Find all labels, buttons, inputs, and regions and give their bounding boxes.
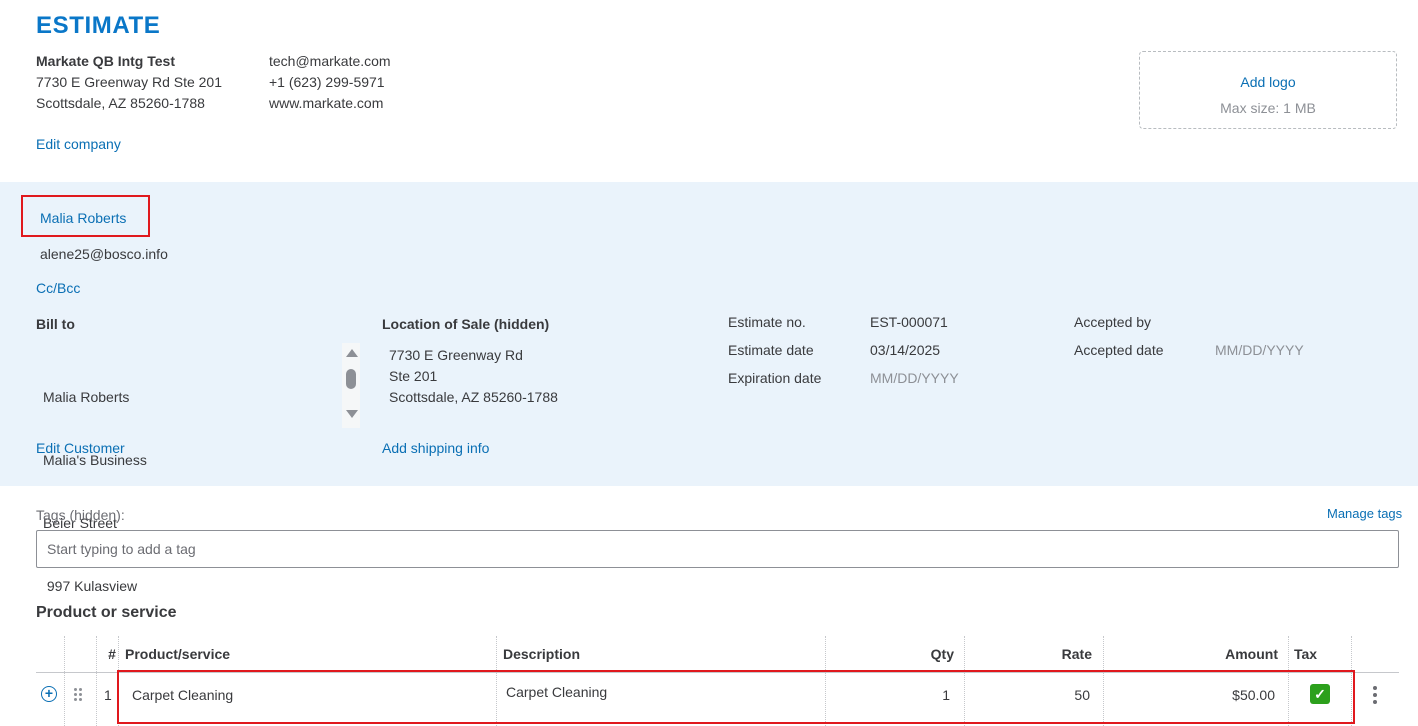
col-amount: Amount — [1225, 646, 1278, 662]
accepted-by-label: Accepted by — [1074, 314, 1152, 330]
company-website: www.markate.com — [269, 95, 384, 111]
line-item-highlight-box — [117, 670, 1355, 724]
company-address: Markate QB Intg Test 7730 E Greenway Rd … — [36, 51, 222, 114]
bill-to-line: Malia Roberts — [43, 389, 130, 405]
company-address-line2: Scottsdale, AZ 85260-1788 — [36, 95, 205, 111]
expiration-date-field[interactable]: MM/DD/YYYY — [870, 370, 959, 386]
col-rate: Rate — [1061, 646, 1092, 662]
bill-to-scrollbar[interactable] — [342, 343, 360, 428]
logo-max-size: Max size: 1 MB — [1220, 100, 1316, 116]
tags-input[interactable] — [36, 530, 1399, 568]
estimate-date-label: Estimate date — [728, 342, 814, 358]
estimate-no-label: Estimate no. — [728, 314, 806, 330]
customer-email[interactable]: alene25@bosco.info — [40, 246, 168, 262]
company-name: Markate QB Intg Test — [36, 53, 175, 69]
product-section-title: Product or service — [36, 604, 177, 621]
manage-tags-link[interactable]: Manage tags — [1327, 506, 1402, 521]
add-logo-box[interactable]: Add logo Max size: 1 MB — [1139, 51, 1397, 129]
tags-label: Tags (hidden): — [36, 507, 125, 523]
column-divider — [64, 636, 66, 726]
column-divider — [96, 636, 98, 726]
edit-customer-link[interactable]: Edit Customer — [36, 440, 125, 456]
drag-handle-icon[interactable] — [74, 688, 84, 702]
location-of-sale-label: Location of Sale (hidden) — [382, 316, 550, 332]
product-table-header: # Product/service Description Qty Rate A… — [36, 636, 1399, 673]
location-address[interactable]: 7730 E Greenway Rd Ste 201 Scottsdale, A… — [389, 345, 558, 408]
company-contact: tech@markate.com +1 (623) 299-5971 www.m… — [269, 51, 391, 114]
location-line: Scottsdale, AZ 85260-1788 — [389, 389, 558, 405]
bill-to-address[interactable]: Malia Roberts Malia's Business Beier Str… — [43, 345, 147, 618]
bill-to-label: Bill to — [36, 316, 75, 332]
accepted-date-field[interactable]: MM/DD/YYYY — [1215, 342, 1304, 358]
col-product: Product/service — [125, 646, 231, 662]
add-line-icon[interactable]: + — [41, 686, 57, 702]
estimate-no-field[interactable]: EST-000071 — [870, 314, 948, 330]
add-shipping-info-link[interactable]: Add shipping info — [382, 440, 489, 456]
expiration-date-label: Expiration date — [728, 370, 822, 386]
scroll-up-icon[interactable] — [346, 349, 358, 357]
more-options-icon[interactable] — [1372, 686, 1378, 704]
location-line: 7730 E Greenway Rd — [389, 347, 523, 363]
scroll-down-icon[interactable] — [346, 410, 358, 418]
edit-company-link[interactable]: Edit company — [36, 136, 121, 152]
cc-bcc-link[interactable]: Cc/Bcc — [36, 280, 80, 296]
company-email: tech@markate.com — [269, 53, 391, 69]
bill-to-line: 997 Kulasview — [43, 578, 138, 594]
add-logo-link[interactable]: Add logo — [1140, 74, 1396, 90]
company-address-line1: 7730 E Greenway Rd Ste 201 — [36, 74, 223, 90]
col-qty: Qty — [930, 646, 954, 662]
customer-panel — [0, 182, 1418, 486]
col-tax: Tax — [1294, 646, 1318, 662]
location-line: Ste 201 — [389, 368, 438, 384]
col-description: Description — [503, 646, 581, 662]
row-number: 1 — [104, 687, 112, 703]
customer-name-link[interactable]: Malia Roberts — [40, 210, 126, 226]
page-title: ESTIMATE — [36, 12, 161, 39]
accepted-date-label: Accepted date — [1074, 342, 1164, 358]
company-phone: +1 (623) 299-5971 — [269, 74, 385, 90]
estimate-date-field[interactable]: 03/14/2025 — [870, 342, 940, 358]
scroll-thumb[interactable] — [346, 369, 356, 389]
